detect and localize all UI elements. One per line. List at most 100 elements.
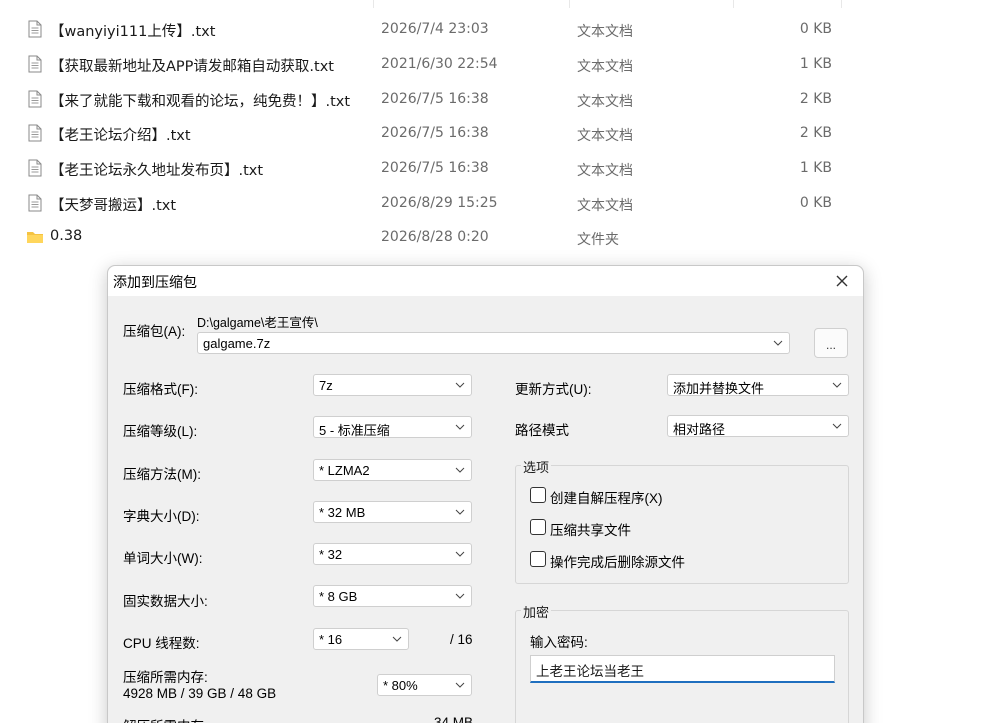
file-row[interactable]: 【获取最新地址及APP请发邮箱自动获取.txt 2021/6/30 22:54 … (0, 47, 1000, 81)
chevron-down-icon (455, 382, 465, 388)
file-date: 2026/7/5 16:38 (381, 160, 489, 176)
text-file-icon (28, 124, 42, 142)
text-file-icon (28, 159, 42, 177)
file-row[interactable]: 【天梦哥搬运】.txt 2026/8/29 15:25 文本文档 0 KB (0, 186, 1000, 220)
file-name: 【来了就能下载和观看的论坛，纯免费！】.txt (50, 94, 351, 110)
chevron-down-icon (455, 467, 465, 473)
file-size: 0 KB (799, 21, 832, 37)
column-separator (373, 0, 374, 8)
column-separator (841, 0, 842, 8)
close-icon[interactable] (831, 270, 853, 292)
method-combo[interactable]: * LZMA2 (313, 459, 472, 481)
file-date: 2026/8/29 15:25 (381, 195, 498, 211)
file-type: 文本文档 (577, 24, 633, 40)
level-value: 5 - 标准压缩 (319, 423, 390, 438)
method-value: * LZMA2 (319, 463, 370, 478)
archive-name-value: galgame.7z (203, 336, 271, 351)
file-type: 文本文档 (577, 94, 633, 110)
options-group: 选项 创建自解压程序(X) 压缩共享文件 操作完成后删除源文件 (515, 457, 849, 584)
chevron-down-icon (455, 509, 465, 515)
level-combo[interactable]: 5 - 标准压缩 (313, 416, 472, 438)
format-label: 压缩格式(F): (123, 382, 198, 397)
file-date: 2026/7/4 23:03 (381, 21, 489, 37)
password-label: 输入密码: (530, 635, 588, 650)
update-mode-combo[interactable]: 添加并替换文件 (667, 374, 849, 396)
folder-icon (27, 232, 43, 243)
file-row[interactable]: 【老王论坛永久地址发布页】.txt 2026/7/5 16:38 文本文档 1 … (0, 151, 1000, 185)
sfx-checkbox[interactable] (530, 487, 546, 503)
column-separator (733, 0, 734, 8)
file-type: 文本文档 (577, 128, 633, 144)
file-row[interactable]: 【来了就能下载和观看的论坛，纯免费！】.txt 2026/7/5 16:38 文… (0, 82, 1000, 116)
file-type: 文本文档 (577, 198, 633, 214)
solid-value: * 8 GB (319, 589, 358, 604)
chevron-down-icon (455, 551, 465, 557)
level-label: 压缩等级(L): (123, 424, 198, 439)
password-value: 上老王论坛当老王 (536, 664, 644, 679)
decompress-memory-value: 34 MB (434, 715, 474, 723)
word-combo[interactable]: * 32 (313, 543, 472, 565)
format-combo[interactable]: 7z (313, 374, 472, 396)
archive-path: D:\galgame\老王宣传\ (197, 316, 318, 330)
path-mode-combo[interactable]: 相对路径 (667, 415, 849, 437)
chevron-down-icon (832, 382, 842, 388)
file-date: 2021/6/30 22:54 (381, 56, 498, 72)
file-name: 【老王论坛永久地址发布页】.txt (50, 163, 264, 179)
folder-row[interactable]: 0.38 2026/8/28 0:20 文件夹 (0, 220, 1000, 254)
word-value: * 32 (319, 547, 343, 562)
cpu-total: / 16 (450, 632, 473, 647)
file-date: 2026/7/5 16:38 (381, 91, 489, 107)
shared-files-label: 压缩共享文件 (550, 523, 631, 538)
update-mode-label: 更新方式(U): (515, 382, 592, 397)
cpu-combo[interactable]: * 16 (313, 628, 409, 650)
encryption-title: 加密 (521, 602, 552, 621)
file-size: 1 KB (799, 56, 832, 72)
chevron-down-icon (455, 424, 465, 430)
file-name: 【获取最新地址及APP请发邮箱自动获取.txt (50, 59, 334, 75)
path-mode-value: 相对路径 (673, 422, 726, 437)
text-file-icon (28, 55, 42, 73)
column-separator (569, 0, 570, 8)
method-label: 压缩方法(M): (123, 467, 201, 482)
browse-button[interactable]: ... (814, 328, 848, 358)
file-size: 1 KB (799, 160, 832, 176)
password-input[interactable]: 上老王论坛当老王 (530, 655, 835, 683)
folder-name: 0.38 (50, 228, 83, 244)
word-label: 单词大小(W): (123, 551, 203, 566)
text-file-icon (28, 20, 42, 38)
dialog-titlebar[interactable]: 添加到压缩包 (108, 266, 863, 296)
chevron-down-icon (392, 636, 402, 642)
chevron-down-icon (455, 593, 465, 599)
archive-label: 压缩包(A): (123, 324, 186, 339)
decompress-memory-label: 解压所需内存 (123, 715, 204, 723)
cpu-value: * 16 (319, 632, 343, 647)
format-value: 7z (319, 378, 333, 393)
file-size: 2 KB (799, 91, 832, 107)
cpu-label: CPU 线程数: (123, 636, 200, 651)
memory-value: * 80% (383, 678, 418, 693)
file-name: 【老王论坛介绍】.txt (50, 128, 191, 144)
archive-name-combo[interactable]: galgame.7z (197, 332, 790, 354)
file-date: 2026/7/5 16:38 (381, 125, 489, 141)
sfx-label: 创建自解压程序(X) (550, 491, 663, 506)
file-type: 文本文档 (577, 59, 633, 75)
dialog-title: 添加到压缩包 (113, 274, 197, 290)
file-size: 0 KB (799, 195, 832, 211)
encryption-group: 加密 输入密码: 上老王论坛当老王 (515, 602, 849, 723)
file-row[interactable]: 【老王论坛介绍】.txt 2026/7/5 16:38 文本文档 2 KB (0, 116, 1000, 150)
add-to-archive-dialog: 添加到压缩包 压缩包(A): D:\galgame\老王宣传\ galgame.… (107, 265, 864, 723)
solid-combo[interactable]: * 8 GB (313, 585, 472, 607)
file-row[interactable]: 【wanyiyi111上传】.txt 2026/7/4 23:03 文本文档 0… (0, 12, 1000, 46)
file-type: 文本文档 (577, 163, 633, 179)
memory-label: 压缩所需内存: (123, 670, 208, 685)
file-date: 2026/8/28 0:20 (381, 229, 489, 245)
shared-files-checkbox[interactable] (530, 519, 546, 535)
file-name: 【天梦哥搬运】.txt (50, 198, 177, 214)
path-mode-label: 路径模式 (515, 423, 569, 438)
chevron-down-icon (455, 682, 465, 688)
update-mode-value: 添加并替换文件 (673, 381, 765, 396)
delete-after-checkbox[interactable] (530, 551, 546, 567)
dict-combo[interactable]: * 32 MB (313, 501, 472, 523)
memory-combo[interactable]: * 80% (377, 674, 472, 696)
chevron-down-icon (773, 340, 783, 346)
